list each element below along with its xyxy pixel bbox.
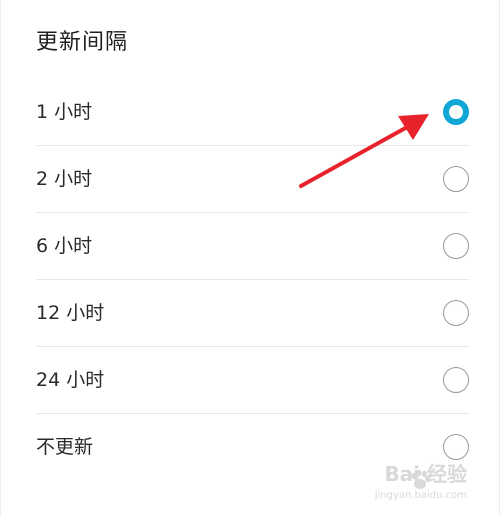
- radio-checked-icon[interactable]: [443, 99, 469, 125]
- option-label: 不更新: [36, 436, 94, 458]
- update-interval-dialog: 更新间隔 1 小时 2 小时 6 小时 12 小时 24 小时 不更新 Bai …: [0, 0, 500, 515]
- option-label: 24 小时: [36, 369, 105, 391]
- radio-unchecked-icon[interactable]: [443, 166, 469, 192]
- watermark-brand: Bai 经验: [384, 462, 467, 486]
- option-24-hours[interactable]: 24 小时: [36, 347, 469, 414]
- option-label: 6 小时: [36, 235, 93, 257]
- option-label: 1 小时: [36, 101, 93, 123]
- option-label: 12 小时: [36, 302, 105, 324]
- radio-unchecked-icon[interactable]: [443, 233, 469, 259]
- option-12-hours[interactable]: 12 小时: [36, 280, 469, 347]
- radio-unchecked-icon[interactable]: [443, 300, 469, 326]
- radio-unchecked-icon[interactable]: [443, 434, 469, 460]
- baidu-jingyan-watermark: Bai 经验 jingyan.baidu.com: [367, 462, 487, 509]
- option-label: 2 小时: [36, 168, 93, 190]
- option-6-hours[interactable]: 6 小时: [36, 213, 469, 280]
- radio-unchecked-icon[interactable]: [443, 367, 469, 393]
- interval-options-list: 1 小时 2 小时 6 小时 12 小时 24 小时 不更新: [36, 79, 469, 481]
- watermark-url: jingyan.baidu.com: [374, 490, 467, 501]
- option-1-hour[interactable]: 1 小时: [36, 79, 469, 146]
- dialog-title: 更新间隔: [36, 30, 129, 55]
- option-2-hours[interactable]: 2 小时: [36, 146, 469, 213]
